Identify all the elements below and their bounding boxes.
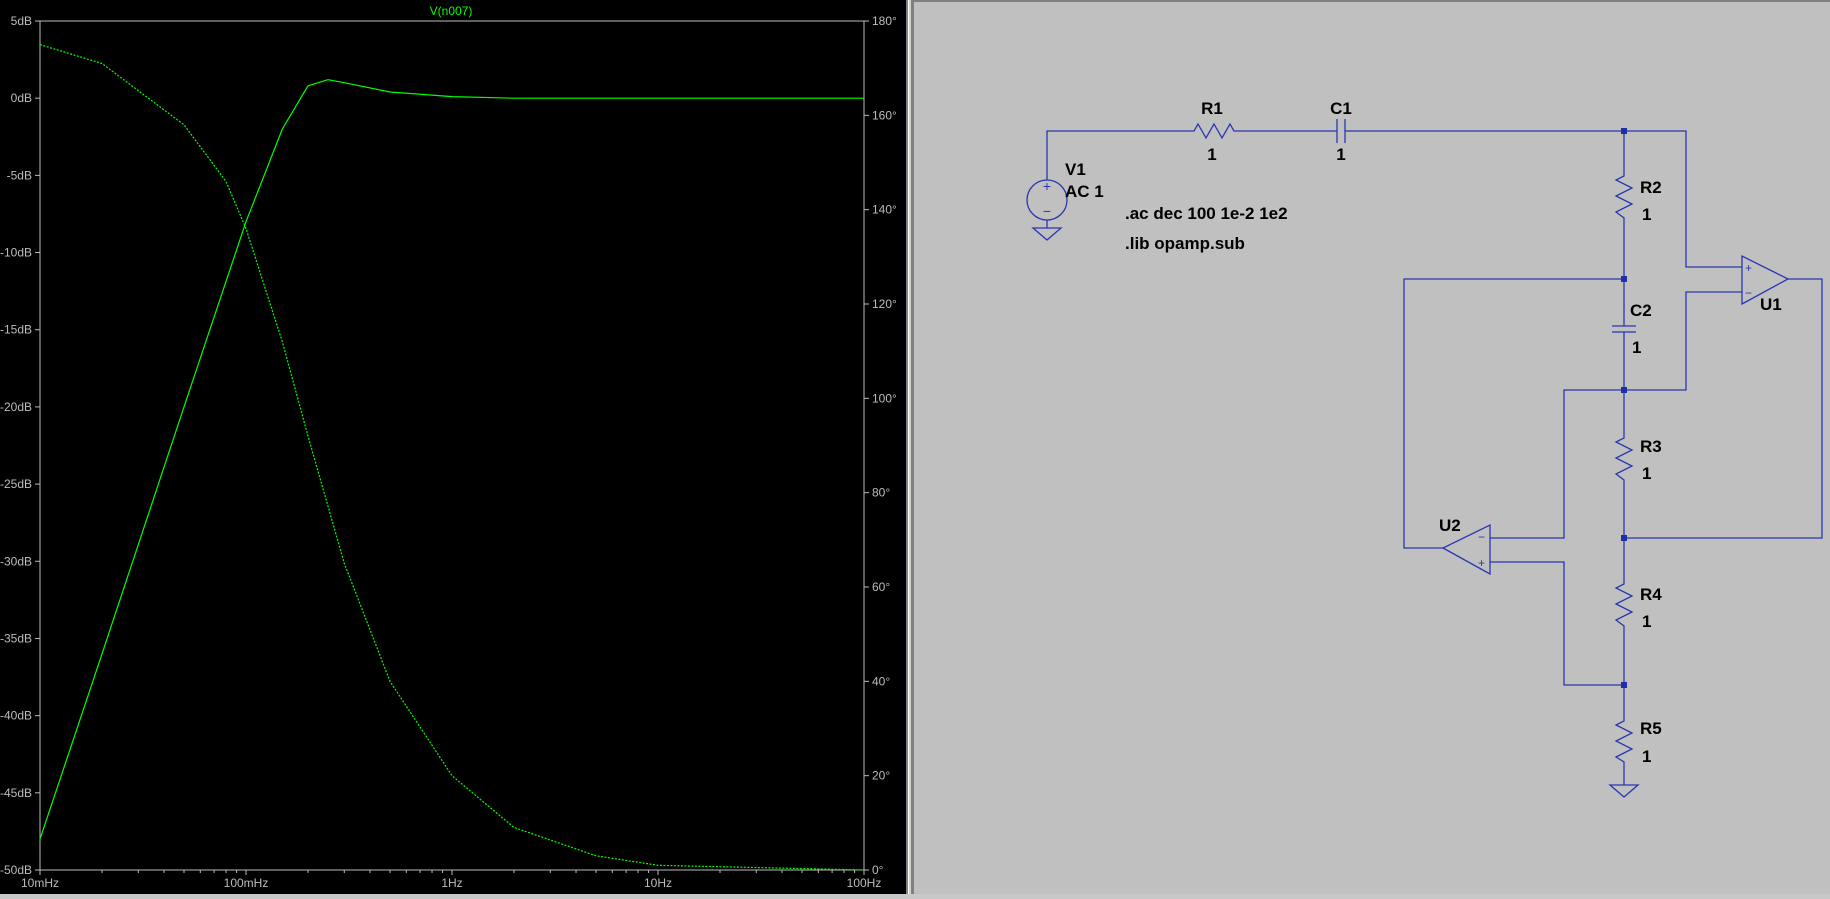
r3-value: 1 <box>1642 464 1651 483</box>
junction-dot <box>1621 387 1627 393</box>
right-axis-tick-label: 80° <box>872 486 890 500</box>
waveform-viewer[interactable]: V(n007) 5dB 0dB -5dB -10dB -15dB -20dB -25dB -3… <box>0 0 908 894</box>
left-axis-tick-label: -30dB <box>0 554 32 568</box>
r4-name: R4 <box>1640 585 1662 604</box>
left-axis-tick-label: -20dB <box>0 400 32 414</box>
left-axis-tick-label: -15dB <box>0 323 32 337</box>
left-axis-tick-label: -10dB <box>0 246 32 260</box>
r5-value: 1 <box>1642 747 1651 766</box>
right-axis-tick-label: 40° <box>872 674 890 688</box>
junction-dot <box>1621 128 1627 134</box>
x-axis-tick-label: 1Hz <box>441 876 462 890</box>
u2-plus-pin: + <box>1478 556 1485 570</box>
c2-name: C2 <box>1630 301 1652 320</box>
r3-name: R3 <box>1640 437 1662 456</box>
left-axis-tick-label: -5dB <box>7 168 32 182</box>
r1-name: R1 <box>1201 99 1223 118</box>
right-axis-tick-label: 160° <box>872 108 897 122</box>
schematic-canvas[interactable]: R1 1 C1 1 R2 1 C2 1 R3 1 R4 1 R5 1 + − V… <box>914 2 1830 894</box>
minus-sign-icon: − <box>1043 203 1051 219</box>
phase-trace[interactable] <box>39 44 865 871</box>
junction-dot <box>1621 535 1627 541</box>
trace-name-label[interactable]: V(n007) <box>430 4 473 18</box>
r1-value: 1 <box>1207 145 1216 164</box>
ground-icon <box>1608 784 1640 798</box>
plot-frame <box>39 20 865 871</box>
plus-sign-icon: + <box>1043 178 1051 194</box>
x-axis-tick-label: 100Hz <box>847 876 882 890</box>
x-axis-tick-label: 100mHz <box>224 876 269 890</box>
ground-icon <box>1031 227 1063 241</box>
v1-name: V1 <box>1065 160 1086 179</box>
u2-minus-pin: − <box>1478 530 1485 544</box>
voltage-source-v1[interactable]: + − V1 AC 1 <box>1026 160 1104 221</box>
left-axis-tick-label: -40dB <box>0 709 32 723</box>
left-axis-tick-label: 5dB <box>11 14 32 28</box>
spice-directive-ac[interactable]: .ac dec 100 1e-2 1e2 <box>1125 204 1288 223</box>
resistor-r3[interactable]: R3 1 <box>1614 432 1662 487</box>
waveform-plot[interactable]: V(n007) 5dB 0dB -5dB -10dB -15dB -20dB -25dB -3… <box>0 0 906 894</box>
c1-value: 1 <box>1336 145 1345 164</box>
u2-name: U2 <box>1439 516 1461 535</box>
x-axis-tick-label: 10Hz <box>644 876 672 890</box>
wires <box>1046 130 1823 785</box>
junction-dot <box>1621 682 1627 688</box>
right-axis-tick-label: 180° <box>872 14 897 28</box>
magnitude-trace[interactable] <box>39 79 864 840</box>
left-axis-tick-label: -45dB <box>0 786 32 800</box>
right-axis-tick-label: 0° <box>872 863 884 877</box>
left-axis-tick-label: -35dB <box>0 631 32 645</box>
c1-name: C1 <box>1330 99 1352 118</box>
u1-minus-pin: − <box>1745 286 1752 300</box>
opamp-u2[interactable]: − + U2 <box>1439 516 1491 576</box>
opamp-u1[interactable]: + − U1 <box>1741 254 1790 314</box>
resistor-r5[interactable]: R5 1 <box>1614 715 1662 766</box>
r2-name: R2 <box>1640 178 1662 197</box>
capacitor-c1[interactable]: C1 1 <box>1330 99 1352 164</box>
junction-dot <box>1621 276 1627 282</box>
left-axis-tick-label: -25dB <box>0 477 32 491</box>
r5-name: R5 <box>1640 719 1662 738</box>
right-axis-tick-label: 140° <box>872 203 897 217</box>
r4-value: 1 <box>1642 612 1651 631</box>
resistor-r2[interactable]: R2 1 <box>1614 170 1662 225</box>
capacitor-c2[interactable]: C2 1 <box>1612 301 1652 357</box>
u1-plus-pin: + <box>1745 261 1752 275</box>
u1-name: U1 <box>1760 295 1782 314</box>
right-axis-tick-label: 20° <box>872 769 890 783</box>
x-axis-tick-label: 10mHz <box>21 876 59 890</box>
left-axis-tick-label: 0dB <box>11 91 32 105</box>
spice-directive-lib[interactable]: .lib opamp.sub <box>1125 234 1245 253</box>
right-axis-tick-label: 60° <box>872 580 890 594</box>
resistor-r4[interactable]: R4 1 <box>1614 578 1662 631</box>
right-axis-tick-label: 120° <box>872 297 897 311</box>
right-axis-tick-label: 100° <box>872 391 897 405</box>
r2-value: 1 <box>1642 205 1651 224</box>
left-axis-tick-label: -50dB <box>0 863 32 877</box>
v1-value: AC 1 <box>1065 182 1104 201</box>
resistor-r1[interactable]: R1 1 <box>1187 99 1237 164</box>
schematic-editor[interactable]: R1 1 C1 1 R2 1 C2 1 R3 1 R4 1 R5 1 + − V… <box>912 0 1830 894</box>
c2-value: 1 <box>1632 338 1641 357</box>
